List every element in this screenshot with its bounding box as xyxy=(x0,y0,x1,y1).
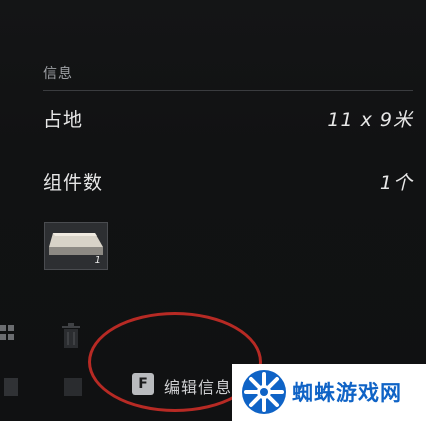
rotate-icon[interactable] xyxy=(4,378,18,396)
info-panel: 信息 占地 11 x 9米 组件数 1个 1 F 编辑信息 蜘蛛游戏网 xyxy=(0,0,426,421)
footprint-value: 11 x 9米 xyxy=(327,109,413,131)
grid-icon[interactable] xyxy=(0,323,16,347)
section-divider xyxy=(43,90,413,91)
component-item-card[interactable]: 1 xyxy=(44,222,108,270)
spider-logo-icon xyxy=(242,370,286,414)
watermark-text: 蜘蛛游戏网 xyxy=(292,381,402,405)
watermark-banner: 蜘蛛游戏网 xyxy=(232,364,426,421)
f-key-hint: F xyxy=(132,373,154,395)
edit-info-button[interactable]: 编辑信息 xyxy=(164,374,232,398)
footprint-label: 占地 xyxy=(43,109,84,131)
component-item-count: 1 xyxy=(94,255,101,266)
trash-icon[interactable] xyxy=(60,323,82,349)
section-title-info: 信息 xyxy=(43,66,73,82)
move-icon[interactable] xyxy=(64,378,82,396)
component-count-label: 组件数 xyxy=(43,172,104,194)
component-count-value: 1个 xyxy=(379,172,413,194)
